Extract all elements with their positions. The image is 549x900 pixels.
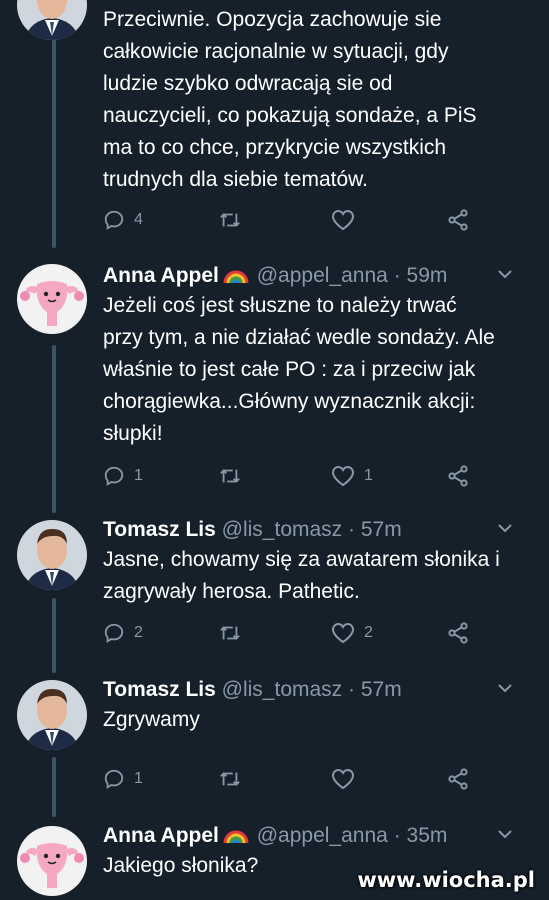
retweet-button[interactable] (218, 766, 251, 792)
share-button[interactable] (446, 766, 470, 792)
reply-button[interactable]: 4 (103, 207, 143, 233)
heart-icon (331, 622, 355, 644)
retweet-button[interactable] (218, 620, 251, 646)
heart-icon (331, 768, 355, 790)
tweet-time[interactable]: 57m (361, 678, 402, 701)
chevron-down-icon[interactable] (495, 678, 515, 698)
reply-count: 2 (134, 624, 143, 641)
chevron-down-icon[interactable] (495, 264, 515, 284)
author-handle[interactable]: @appel_anna (257, 264, 388, 287)
like-button[interactable] (331, 766, 364, 792)
author-name[interactable]: Tomasz Lis (103, 518, 216, 541)
author-name[interactable]: Anna Appel (103, 824, 219, 847)
tweet-header: Anna Appel @appel_anna · 59m (103, 262, 529, 290)
retweet-icon (220, 626, 240, 640)
separator: · (348, 678, 356, 701)
tweet-time[interactable]: 59m (407, 264, 448, 287)
retweet-icon (220, 469, 240, 483)
retweet-button[interactable] (218, 463, 251, 489)
author-handle[interactable]: @lis_tomasz (222, 518, 343, 541)
like-count: 2 (364, 624, 373, 641)
share-icon (448, 768, 468, 790)
like-count: 1 (364, 467, 373, 484)
share-icon (448, 622, 468, 644)
tweet-header: Tomasz Lis @lis_tomasz · 57m (103, 516, 529, 544)
reply-count: 1 (134, 467, 143, 484)
share-icon (448, 209, 468, 231)
reply-button[interactable]: 1 (103, 463, 143, 489)
avatar[interactable] (17, 0, 87, 40)
reply-icon (104, 210, 124, 230)
reply-button[interactable]: 1 (103, 766, 143, 792)
like-button[interactable]: 2 (331, 620, 373, 646)
reply-icon (104, 769, 124, 789)
watermark: www.wiocha.pl (357, 868, 535, 892)
retweet-icon (220, 213, 240, 227)
retweet-icon (220, 772, 240, 786)
reply-icon (104, 466, 124, 486)
tweet[interactable]: Tomasz Lis @lis_tomasz · 57m Jasne, chow… (0, 514, 549, 664)
share-button[interactable] (446, 620, 470, 646)
share-button[interactable] (446, 207, 470, 233)
tweet[interactable]: Anna Appel @appel_anna · 59m Jeżeli coś … (0, 258, 549, 503)
tweet-actions: 4 (103, 207, 483, 233)
rainbow-icon (223, 270, 249, 284)
tweet-text: Jeżeli coś jest słuszne to należy trwać … (103, 294, 495, 445)
reply-button[interactable]: 2 (103, 620, 143, 646)
tweet-actions: 1 1 (103, 463, 483, 489)
avatar[interactable] (17, 264, 87, 334)
tweet-text: Przeciwnie. Opozycja zachowuje sie całko… (103, 8, 477, 191)
tweet[interactable]: Przeciwnie. Opozycja zachowuje sie całko… (0, 0, 549, 250)
author-name[interactable]: Tomasz Lis (103, 678, 216, 701)
avatar[interactable] (17, 826, 87, 896)
tweet-header: Tomasz Lis @lis_tomasz · 57m (103, 676, 529, 704)
avatar[interactable] (17, 680, 87, 750)
heart-icon (331, 465, 355, 487)
like-button[interactable] (331, 207, 364, 233)
author-handle[interactable]: @lis_tomasz (222, 678, 343, 701)
tweet-text: Jasne, chowamy się za awatarem słonika i… (103, 548, 500, 603)
author-name[interactable]: Anna Appel (103, 264, 219, 287)
share-button[interactable] (446, 463, 470, 489)
rainbow-icon (223, 830, 249, 844)
separator: · (393, 824, 401, 847)
author-handle[interactable]: @appel_anna (257, 824, 388, 847)
separator: · (393, 264, 401, 287)
tweet-text: Zgrywamy (103, 708, 200, 731)
tweet-time[interactable]: 57m (361, 518, 402, 541)
like-button[interactable]: 1 (331, 463, 373, 489)
reply-icon (104, 623, 124, 643)
chevron-down-icon[interactable] (495, 518, 515, 538)
reply-count: 1 (134, 770, 143, 787)
tweet-header: Anna Appel @appel_anna · 35m (103, 822, 529, 850)
heart-icon (331, 209, 355, 231)
tweet[interactable]: Tomasz Lis @lis_tomasz · 57m Zgrywamy 1 (0, 674, 549, 804)
separator: · (348, 518, 356, 541)
retweet-button[interactable] (218, 207, 251, 233)
tweet-actions: 1 (103, 766, 483, 792)
chevron-down-icon[interactable] (495, 824, 515, 844)
avatar[interactable] (17, 520, 87, 590)
tweet-actions: 2 2 (103, 620, 483, 646)
tweet-time[interactable]: 35m (407, 824, 448, 847)
share-icon (448, 465, 468, 487)
reply-count: 4 (134, 211, 143, 228)
